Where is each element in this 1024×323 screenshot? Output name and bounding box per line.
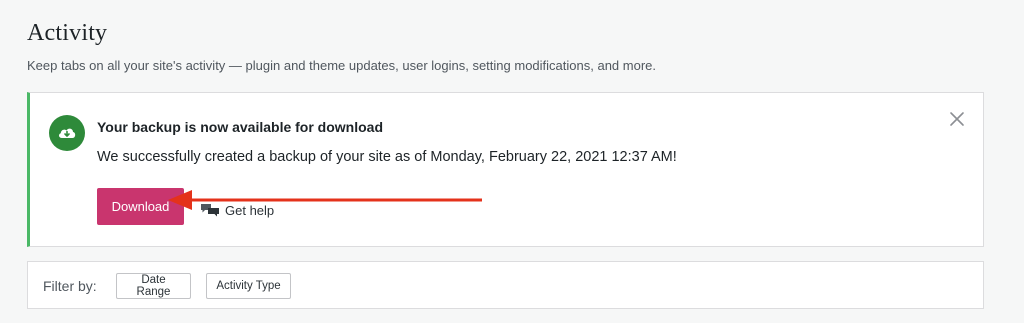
close-icon[interactable] [947, 109, 967, 129]
filter-label: Filter by: [43, 278, 97, 294]
page-title: Activity [27, 20, 108, 46]
notice-title: Your backup is now available for downloa… [97, 119, 384, 135]
activity-type-filter-button[interactable]: Activity Type [206, 273, 291, 299]
activity-page: Activity Keep tabs on all your site's ac… [0, 0, 1024, 323]
filter-bar: Filter by: Date Range Activity Type [27, 261, 984, 309]
date-range-filter-button[interactable]: Date Range [116, 273, 191, 299]
page-subtitle: Keep tabs on all your site's activity — … [27, 58, 656, 73]
backup-notice: Your backup is now available for downloa… [27, 92, 984, 247]
chat-bubbles-icon [200, 202, 220, 218]
download-button[interactable]: Download [97, 188, 184, 225]
get-help-link[interactable]: Get help [200, 202, 274, 218]
get-help-label: Get help [225, 202, 275, 218]
notice-message: We successfully created a backup of your… [97, 149, 677, 165]
cloud-download-icon [49, 115, 85, 151]
